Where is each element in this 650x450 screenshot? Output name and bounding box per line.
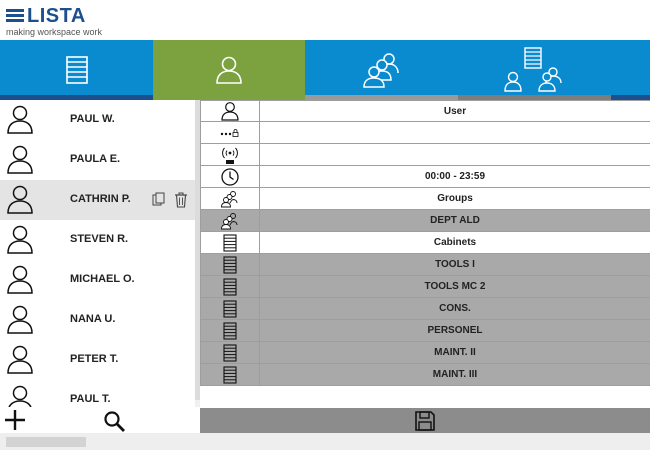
bottom-scrollbar[interactable] (0, 433, 650, 450)
user-avatar-icon (6, 384, 34, 407)
plus-icon (5, 410, 25, 430)
user-list-item[interactable]: MICHAEL O. (0, 260, 195, 300)
groups-icon (362, 53, 399, 88)
user-name: PAUL T. (70, 393, 111, 405)
detail-value: MAINT. II (434, 347, 476, 358)
save-icon (415, 410, 435, 431)
delete-user-icon[interactable] (174, 192, 188, 208)
rfid-icon (200, 144, 260, 165)
user-list-item[interactable]: STEVEN R. (0, 220, 195, 260)
detail-row[interactable]: MAINT. II (200, 342, 650, 364)
user-list-item[interactable]: NANA U. (0, 300, 195, 340)
user-name: CATHRIN P. (70, 193, 131, 205)
search-icon (104, 411, 125, 432)
detail-row[interactable]: 00:00 - 23:59 (200, 166, 650, 188)
detail-row[interactable]: PERSONEL (200, 320, 650, 342)
user-name: MICHAEL O. (70, 273, 135, 285)
detail-value: TOOLS MC 2 (424, 281, 486, 292)
detail-value: DEPT ALD (430, 215, 480, 226)
detail-row[interactable]: Groups (200, 188, 650, 210)
tab-access[interactable] (458, 40, 611, 100)
save-button[interactable] (200, 408, 650, 433)
detail-value: Groups (437, 193, 473, 204)
user-avatar-icon (6, 184, 34, 214)
detail-value: Cabinets (433, 237, 477, 248)
groups-icon (200, 188, 260, 209)
detail-value: User (443, 105, 467, 117)
user-list-item[interactable]: PETER T. (0, 340, 195, 380)
tab-bar (0, 40, 650, 100)
clock-icon (200, 166, 260, 187)
user-list-item[interactable]: PAULA E. (0, 140, 195, 180)
detail-row[interactable]: TOOLS MC 2 (200, 276, 650, 298)
tab-user[interactable] (153, 40, 305, 100)
detail-row[interactable] (200, 144, 650, 166)
cabinet-icon (200, 298, 260, 319)
detail-row[interactable]: Cabinets (200, 232, 650, 254)
detail-value: PERSONEL (427, 325, 483, 336)
user-list: PAUL W. PAULA E. CATHRIN P. STEVEN R. MICHAE… (0, 100, 195, 407)
detail-row[interactable]: User (200, 100, 650, 122)
tab-groups[interactable] (305, 40, 458, 100)
cabinet-icon (200, 320, 260, 341)
user-avatar-icon (6, 104, 34, 134)
user-name: PAULA E. (70, 153, 121, 165)
user-name: NANA U. (70, 313, 116, 325)
detail-value: CONS. (439, 303, 471, 314)
user-avatar-icon (6, 344, 34, 374)
cabinet-icon (200, 276, 260, 297)
copy-user-icon[interactable] (152, 192, 166, 208)
detail-row[interactable]: DEPT ALD (200, 210, 650, 232)
user-name: PETER T. (70, 353, 119, 365)
detail-value (260, 144, 650, 165)
lista-logo: LISTA making workspace work (6, 5, 126, 37)
search-button[interactable] (103, 410, 127, 434)
bottom-scroll-thumb[interactable] (6, 437, 86, 447)
user-icon (200, 101, 260, 121)
password-icon (200, 122, 260, 143)
logo-tagline: making workspace work (6, 27, 103, 37)
user-list-item[interactable]: PAUL T. (0, 380, 195, 407)
detail-row[interactable] (200, 122, 650, 144)
user-group-cabinet-icon (503, 47, 562, 92)
user-avatar-icon (6, 144, 34, 174)
detail-row[interactable]: MAINT. III (200, 364, 650, 386)
detail-value: 00:00 - 23:59 (424, 171, 486, 182)
detail-row[interactable]: CONS. (200, 298, 650, 320)
detail-row[interactable]: TOOLS I (200, 254, 650, 276)
user-list-item[interactable]: PAUL W. (0, 100, 195, 140)
cabinet-icon (65, 56, 88, 84)
cabinet-icon (200, 254, 260, 275)
tab-cabinets[interactable] (0, 40, 153, 100)
detail-value: TOOLS I (435, 259, 475, 270)
user-name: STEVEN R. (70, 233, 129, 245)
user-list-item[interactable]: CATHRIN P. (0, 180, 195, 220)
user-detail-table: User 00:00 - 23:59 Groups DEPT ALD Cabinets T… (200, 100, 650, 386)
add-user-button[interactable] (4, 408, 26, 432)
detail-value: MAINT. III (432, 369, 478, 380)
user-icon (216, 56, 242, 84)
user-avatar-icon (6, 224, 34, 254)
cabinet-icon (200, 364, 260, 385)
user-avatar-icon (6, 264, 34, 294)
detail-value (260, 122, 650, 143)
groups-icon (200, 210, 260, 231)
cabinet-icon (200, 232, 260, 253)
user-name: PAUL W. (70, 113, 115, 125)
cabinet-icon (200, 342, 260, 363)
logo-mark (6, 9, 24, 25)
user-avatar-icon (6, 304, 34, 334)
logo-text: LISTA (27, 5, 86, 27)
